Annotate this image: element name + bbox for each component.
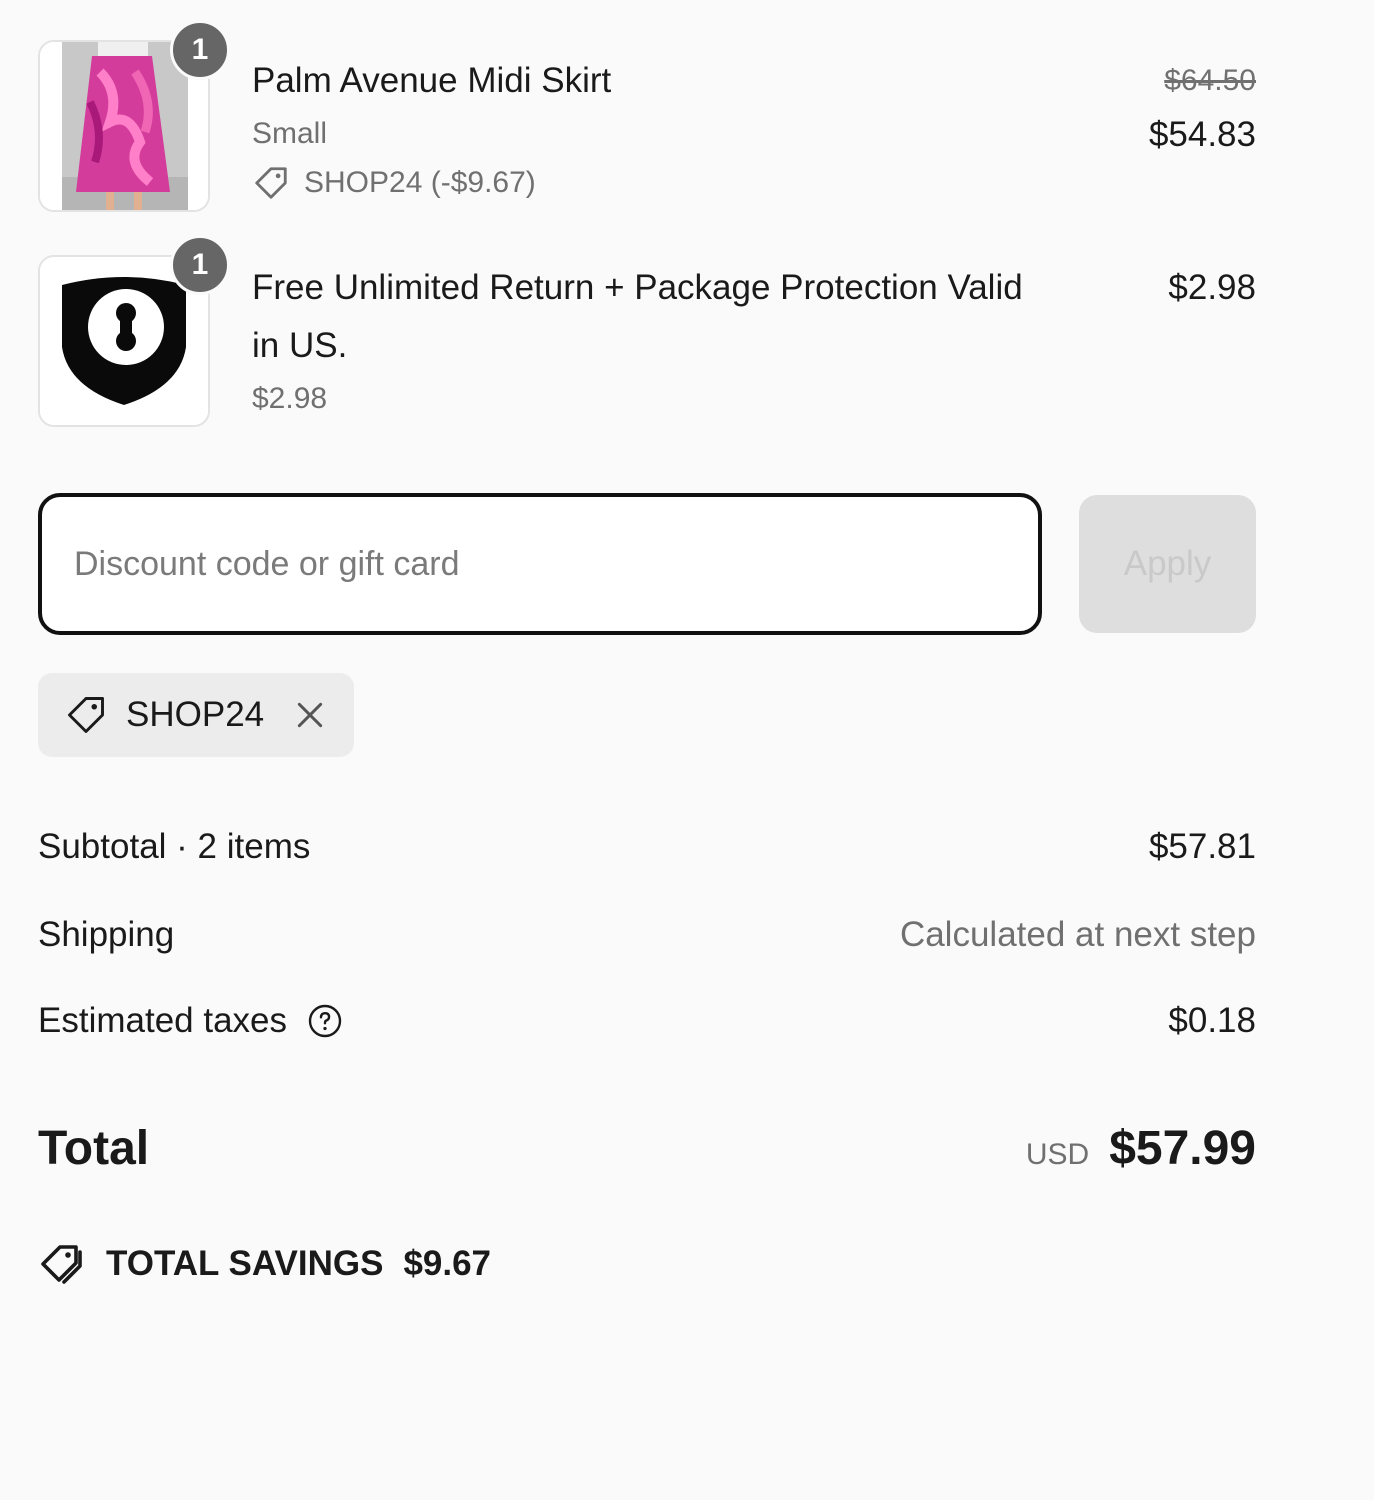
price-column: $2.98: [1168, 259, 1256, 317]
line-item-skirt: 1 Palm Avenue Midi Skirt Small SHOP24 (-…: [38, 20, 1256, 215]
shipping-value: Calculated at next step: [899, 915, 1256, 954]
item-discount: SHOP24 (-$9.67): [252, 158, 611, 208]
total-row: Total USD $57.99: [38, 1115, 1256, 1181]
quantity-badge: 1: [170, 235, 230, 295]
total-value-group: USD $57.99: [1026, 1121, 1256, 1176]
line-item-protection: 1 Free Unlimited Return + Package Protec…: [38, 235, 1256, 430]
item-variant: Small: [252, 117, 328, 150]
tag-icon: [68, 697, 104, 733]
item-subprice: $2.98: [252, 382, 328, 415]
item-price: $54.83: [1148, 115, 1256, 154]
price-column: $64.50 $54.83: [1149, 52, 1256, 160]
subtotal-row: Subtotal · 2 items $57.81: [38, 822, 1256, 872]
currency-code: USD: [1025, 1137, 1090, 1171]
item-title-line-2: in US.: [252, 326, 348, 365]
original-price: $64.50: [1164, 64, 1256, 97]
total-label: Total: [38, 1121, 150, 1175]
savings-label: TOTAL SAVINGS: [106, 1244, 384, 1283]
question-circle-icon: [308, 1004, 342, 1038]
savings-value: $9.67: [403, 1244, 492, 1283]
item-info: Free Unlimited Return + Package Protecti…: [252, 259, 1023, 423]
tag-icon: [255, 167, 287, 199]
applied-discount-chip: SHOP24: [38, 673, 354, 757]
item-price: $2.98: [1168, 268, 1256, 307]
discount-code-input[interactable]: [38, 493, 1042, 635]
taxes-help-button[interactable]: [307, 1003, 343, 1039]
item-discount-label: SHOP24 (-$9.67): [304, 166, 536, 199]
item-info: Palm Avenue Midi Skirt Small SHOP24 (-$9…: [252, 52, 611, 208]
apply-button[interactable]: Apply: [1079, 495, 1256, 633]
subtotal-label: Subtotal · 2 items: [38, 827, 311, 866]
subtotal-value: $57.81: [1148, 827, 1256, 866]
taxes-label-group: Estimated taxes: [38, 1001, 343, 1041]
taxes-row: Estimated taxes $0.18: [38, 996, 1256, 1046]
item-title-line-1: Free Unlimited Return + Package Protecti…: [252, 268, 1023, 307]
taxes-value: $0.18: [1168, 1001, 1256, 1040]
shipping-row: Shipping Calculated at next step: [38, 910, 1256, 960]
quantity-badge: 1: [170, 20, 230, 80]
tags-icon: [41, 1245, 82, 1284]
item-title: Palm Avenue Midi Skirt: [252, 61, 612, 100]
close-icon: [297, 702, 323, 728]
shipping-label: Shipping: [38, 915, 175, 954]
total-savings: TOTAL SAVINGS $9.67: [38, 1240, 491, 1288]
product-thumbnail: 1: [38, 20, 230, 212]
taxes-label: Estimated taxes: [38, 1001, 287, 1040]
remove-discount-button[interactable]: [294, 699, 326, 731]
total-value: $57.99: [1109, 1121, 1256, 1175]
applied-code-label: SHOP24: [126, 695, 265, 734]
product-thumbnail: 1: [38, 235, 230, 427]
